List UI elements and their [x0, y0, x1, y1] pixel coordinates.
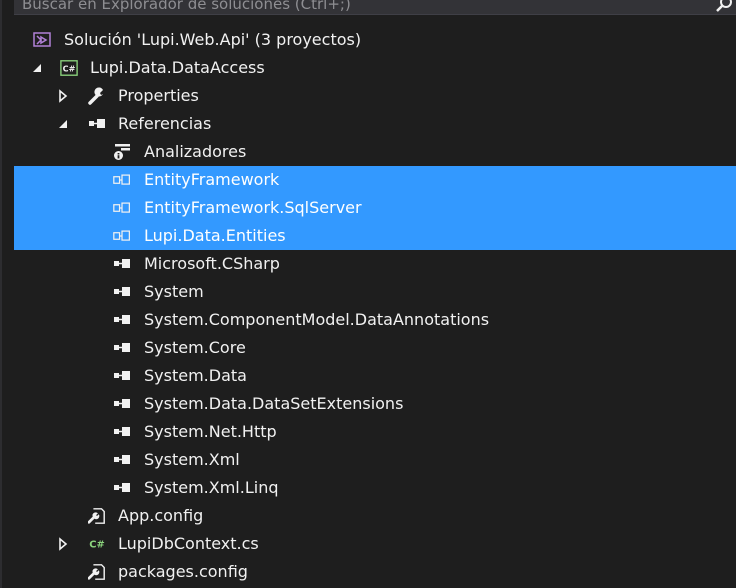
config-file-icon	[88, 564, 105, 580]
csharp-file-icon: C#	[89, 540, 105, 551]
tree-item-app-config[interactable]: App.config	[0, 502, 736, 530]
solution-explorer-search[interactable]: Buscar en Explorador de soluciones (Ctrl…	[14, 0, 736, 15]
assembly-reference-icon	[114, 427, 130, 436]
tree-item-ref-system-data[interactable]: System.Data	[0, 362, 736, 390]
tree-item-ref-system-data-datasetextensions[interactable]: System.Data.DataSetExtensions	[0, 390, 736, 418]
properties-label: Properties	[118, 86, 199, 105]
tree-item-solution[interactable]: Solución 'Lupi.Web.Api' (3 proyectos)	[0, 26, 736, 54]
solution-tree: Solución 'Lupi.Web.Api' (3 proyectos) C#…	[0, 26, 736, 586]
tree-item-properties[interactable]: Properties	[0, 82, 736, 110]
tree-item-packages-config[interactable]: packages.config	[0, 558, 736, 586]
tree-item-ref-system-net-http[interactable]: System.Net.Http	[0, 418, 736, 446]
reference-label: Lupi.Data.Entities	[144, 226, 286, 245]
assembly-reference-warning-icon	[113, 174, 130, 185]
tree-item-ref-microsoft-csharp[interactable]: Microsoft.CSharp	[0, 250, 736, 278]
config-file-icon	[88, 508, 105, 524]
assembly-reference-icon	[114, 287, 130, 296]
analyzer-icon	[114, 144, 130, 160]
search-input[interactable]: Buscar en Explorador de soluciones (Ctrl…	[22, 0, 351, 13]
tree-item-ref-system[interactable]: System	[0, 278, 736, 306]
expanded-arrow-icon[interactable]	[56, 117, 70, 131]
tree-item-ref-system-xml[interactable]: System.Xml	[0, 446, 736, 474]
tree-item-ref-entityframework-sqlserver[interactable]: EntityFramework.SqlServer	[0, 194, 736, 222]
assembly-reference-icon	[114, 315, 130, 324]
assembly-reference-icon	[114, 483, 130, 492]
svg-text:C#: C#	[63, 64, 76, 74]
tree-item-project[interactable]: C# Lupi.Data.DataAccess	[0, 54, 736, 82]
reference-label: System.ComponentModel.DataAnnotations	[144, 310, 490, 329]
tree-item-ref-system-core[interactable]: System.Core	[0, 334, 736, 362]
file-label: LupiDbContext.cs	[118, 534, 259, 553]
assembly-reference-icon	[114, 399, 130, 408]
file-label: packages.config	[118, 562, 248, 581]
reference-label: System	[144, 282, 204, 301]
analyzers-label: Analizadores	[144, 142, 247, 161]
reference-label: System.Data.DataSetExtensions	[144, 394, 404, 413]
collapsed-arrow-icon[interactable]	[56, 89, 70, 103]
tree-item-references[interactable]: Referencias	[0, 110, 736, 138]
assembly-reference-icon	[114, 259, 130, 268]
reference-label: System.Core	[144, 338, 246, 357]
reference-label: System.Xml.Linq	[144, 478, 279, 497]
reference-label: EntityFramework	[144, 170, 280, 189]
expanded-arrow-icon[interactable]	[30, 61, 44, 75]
tree-item-ref-system-componentmodel[interactable]: System.ComponentModel.DataAnnotations	[0, 306, 736, 334]
search-icon[interactable]	[716, 0, 734, 13]
reference-icon	[89, 119, 105, 128]
csharp-project-icon: C#	[60, 60, 78, 76]
references-label: Referencias	[118, 114, 212, 133]
assembly-reference-warning-icon	[113, 202, 130, 213]
assembly-reference-icon	[114, 343, 130, 352]
wrench-icon	[88, 87, 103, 105]
tree-item-lupi-db-context[interactable]: C# LupiDbContext.cs	[0, 530, 736, 558]
tree-item-ref-entityframework[interactable]: EntityFramework	[0, 166, 736, 194]
svg-text:C#: C#	[89, 540, 105, 551]
collapsed-arrow-icon[interactable]	[56, 537, 70, 551]
reference-label: EntityFramework.SqlServer	[144, 198, 362, 217]
solution-label: Solución 'Lupi.Web.Api' (3 proyectos)	[64, 30, 362, 49]
reference-label: System.Data	[144, 366, 247, 385]
visual-studio-solution-icon	[33, 32, 51, 47]
project-label: Lupi.Data.DataAccess	[90, 58, 265, 77]
tree-item-analyzers[interactable]: Analizadores	[0, 138, 736, 166]
reference-label: System.Xml	[144, 450, 240, 469]
assembly-reference-icon	[114, 455, 130, 464]
tree-item-ref-lupi-data-entities[interactable]: Lupi.Data.Entities	[0, 222, 736, 250]
assembly-reference-warning-icon	[113, 230, 130, 241]
assembly-reference-icon	[114, 371, 130, 380]
reference-label: System.Net.Http	[144, 422, 277, 441]
tree-item-ref-system-xml-linq[interactable]: System.Xml.Linq	[0, 474, 736, 502]
reference-label: Microsoft.CSharp	[144, 254, 280, 273]
file-label: App.config	[118, 506, 204, 525]
